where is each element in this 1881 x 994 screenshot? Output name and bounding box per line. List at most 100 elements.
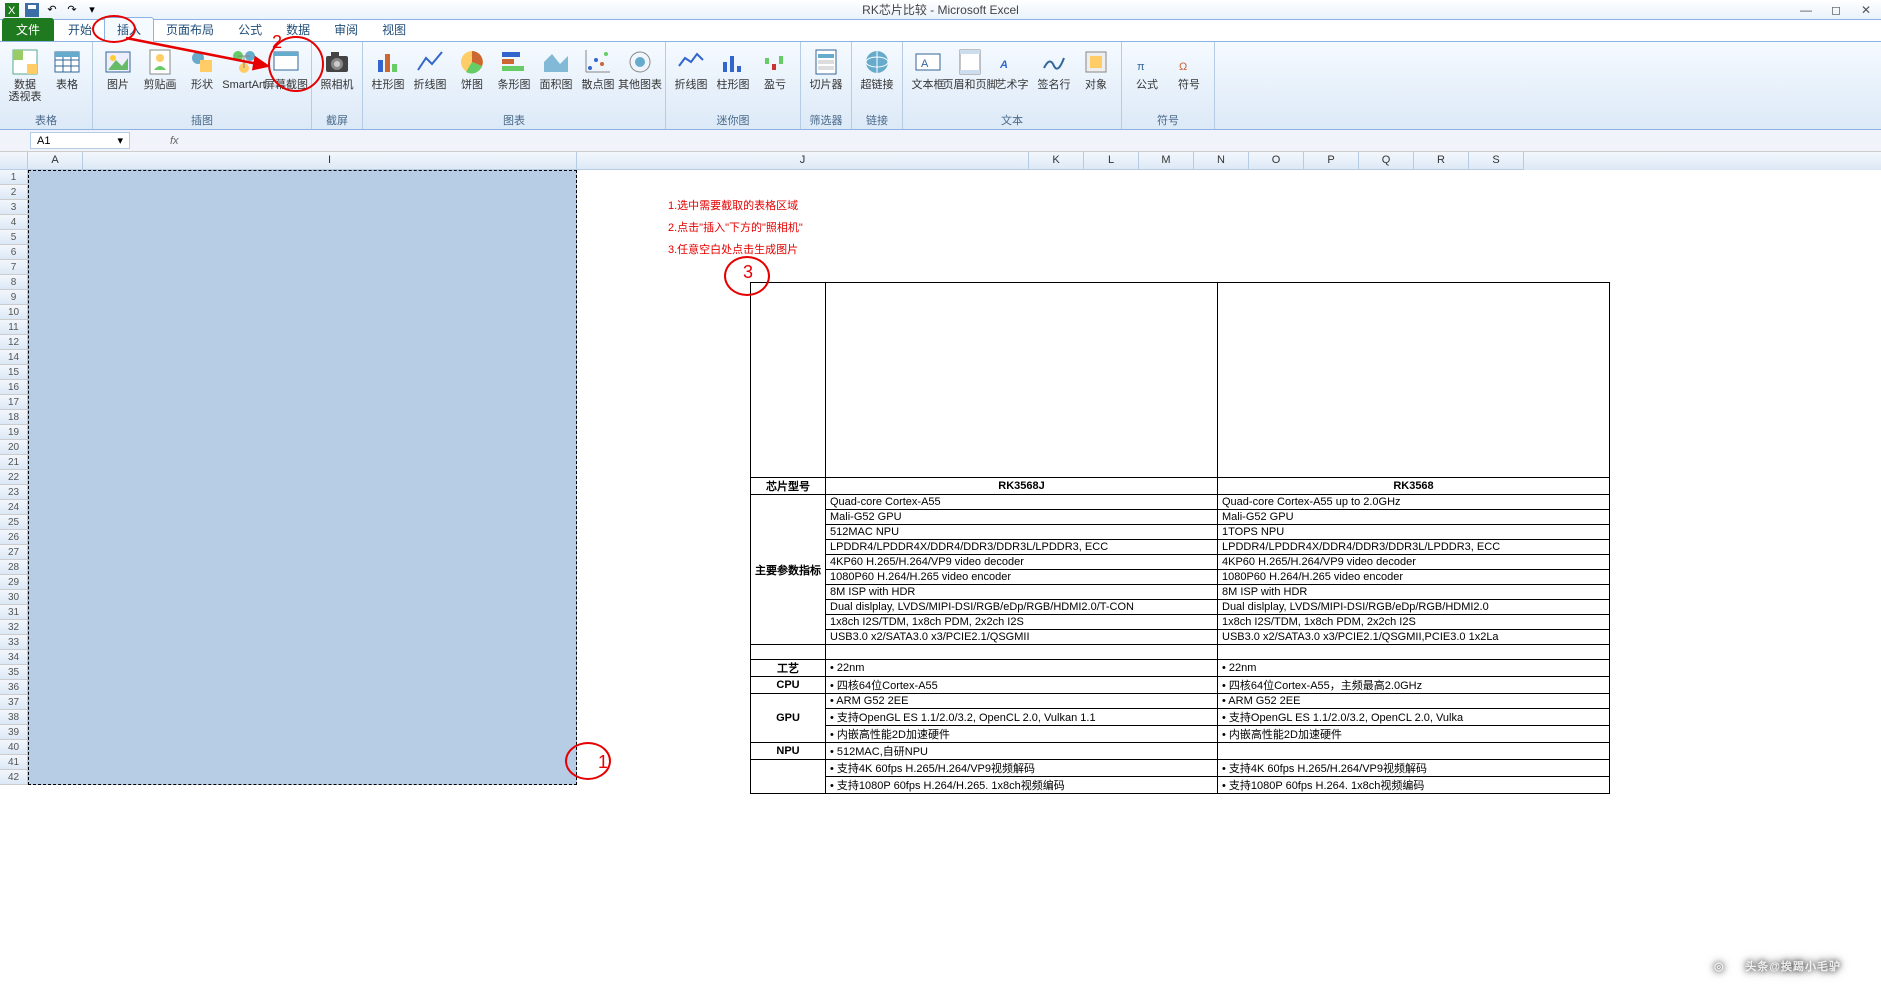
- ribbon-btn-sig[interactable]: 签名行: [1033, 44, 1075, 91]
- row-header-18[interactable]: 18: [0, 410, 28, 425]
- tab-home[interactable]: 开始: [56, 18, 104, 41]
- ribbon-btn-obj[interactable]: 对象: [1075, 44, 1117, 91]
- save-icon[interactable]: [24, 2, 40, 18]
- ribbon-btn-pivot[interactable]: 数据 透视表: [4, 44, 46, 103]
- row-header-19[interactable]: 19: [0, 425, 28, 440]
- ribbon-btn-pie[interactable]: 饼图: [451, 44, 493, 91]
- row-header-31[interactable]: 31: [0, 605, 28, 620]
- col-header-P[interactable]: P: [1304, 152, 1359, 170]
- ribbon-btn-table[interactable]: 表格: [46, 44, 88, 91]
- worksheet-grid[interactable]: AIJKLMNOPQRS 123456789101112141516171819…: [0, 152, 1881, 994]
- row-header-15[interactable]: 15: [0, 365, 28, 380]
- row-header-35[interactable]: 35: [0, 665, 28, 680]
- tab-file[interactable]: 文件: [2, 18, 54, 41]
- row-header-12[interactable]: 12: [0, 335, 28, 350]
- row-header-34[interactable]: 34: [0, 650, 28, 665]
- row-header-38[interactable]: 38: [0, 710, 28, 725]
- col-header-O[interactable]: O: [1249, 152, 1304, 170]
- row-header-22[interactable]: 22: [0, 470, 28, 485]
- ribbon-btn-sl-wl[interactable]: 盈亏: [754, 44, 796, 91]
- row-header-21[interactable]: 21: [0, 455, 28, 470]
- row-header-6[interactable]: 6: [0, 245, 28, 260]
- ribbon-btn-pic[interactable]: 图片: [97, 44, 139, 91]
- ribbon-btn-slicer[interactable]: 切片器: [805, 44, 847, 91]
- ribbon-btn-smartart[interactable]: SmartArt: [223, 44, 265, 91]
- select-all-corner[interactable]: [0, 152, 28, 170]
- row-header-40[interactable]: 40: [0, 740, 28, 755]
- tab-view[interactable]: 视图: [370, 18, 418, 41]
- row-header-20[interactable]: 20: [0, 440, 28, 455]
- ribbon-btn-sl-line[interactable]: 折线图: [670, 44, 712, 91]
- ribbon-btn-shapes[interactable]: 形状: [181, 44, 223, 91]
- row-header-17[interactable]: 17: [0, 395, 28, 410]
- ribbon-btn-sl-col[interactable]: 柱形图: [712, 44, 754, 91]
- ribbon-btn-hf[interactable]: 页眉和页脚: [949, 44, 991, 91]
- ribbon-btn-bar[interactable]: 条形图: [493, 44, 535, 91]
- name-box[interactable]: A1▾: [30, 132, 130, 149]
- tab-formulas[interactable]: 公式: [226, 18, 274, 41]
- row-header-28[interactable]: 28: [0, 560, 28, 575]
- row-header-9[interactable]: 9: [0, 290, 28, 305]
- row-header-33[interactable]: 33: [0, 635, 28, 650]
- tab-insert[interactable]: 插入: [104, 17, 154, 42]
- row-header-29[interactable]: 29: [0, 575, 28, 590]
- row-header-4[interactable]: 4: [0, 215, 28, 230]
- qat-dropdown-icon[interactable]: ▾: [84, 2, 100, 18]
- col-header-S[interactable]: S: [1469, 152, 1524, 170]
- row-header-11[interactable]: 11: [0, 320, 28, 335]
- row-header-8[interactable]: 8: [0, 275, 28, 290]
- row-header-37[interactable]: 37: [0, 695, 28, 710]
- row-header-10[interactable]: 10: [0, 305, 28, 320]
- ribbon-btn-link[interactable]: 超链接: [856, 44, 898, 91]
- tab-layout[interactable]: 页面布局: [154, 18, 226, 41]
- col-header-M[interactable]: M: [1139, 152, 1194, 170]
- row-header-36[interactable]: 36: [0, 680, 28, 695]
- col-header-A[interactable]: A: [28, 152, 83, 170]
- minimize-button[interactable]: —: [1791, 0, 1821, 20]
- close-button[interactable]: ✕: [1851, 0, 1881, 20]
- ribbon-btn-line[interactable]: 折线图: [409, 44, 451, 91]
- col-header-R[interactable]: R: [1414, 152, 1469, 170]
- row-header-5[interactable]: 5: [0, 230, 28, 245]
- ribbon-btn-scatter[interactable]: 散点图: [577, 44, 619, 91]
- col-header-K[interactable]: K: [1029, 152, 1084, 170]
- col-header-N[interactable]: N: [1194, 152, 1249, 170]
- row-header-41[interactable]: 41: [0, 755, 28, 770]
- row-header-26[interactable]: 26: [0, 530, 28, 545]
- row-header-27[interactable]: 27: [0, 545, 28, 560]
- dropdown-icon[interactable]: ▾: [117, 134, 123, 147]
- selection-marquee: [28, 170, 577, 785]
- row-header-39[interactable]: 39: [0, 725, 28, 740]
- row-header-25[interactable]: 25: [0, 515, 28, 530]
- row-header-24[interactable]: 24: [0, 500, 28, 515]
- row-header-32[interactable]: 32: [0, 620, 28, 635]
- row-header-14[interactable]: 14: [0, 350, 28, 365]
- ribbon-btn-column[interactable]: 柱形图: [367, 44, 409, 91]
- row-header-23[interactable]: 23: [0, 485, 28, 500]
- row-header-30[interactable]: 30: [0, 590, 28, 605]
- col-header-L[interactable]: L: [1084, 152, 1139, 170]
- tab-review[interactable]: 审阅: [322, 18, 370, 41]
- row-header-2[interactable]: 2: [0, 185, 28, 200]
- col-header-J[interactable]: J: [577, 152, 1029, 170]
- undo-icon[interactable]: ↶: [44, 2, 60, 18]
- row-header-7[interactable]: 7: [0, 260, 28, 275]
- ribbon-btn-clip[interactable]: 剪贴画: [139, 44, 181, 91]
- col-header-I[interactable]: I: [83, 152, 577, 170]
- row-header-3[interactable]: 3: [0, 200, 28, 215]
- maximize-button[interactable]: ◻: [1821, 0, 1851, 20]
- row-header-16[interactable]: 16: [0, 380, 28, 395]
- col-header-Q[interactable]: Q: [1359, 152, 1414, 170]
- ribbon-btn-wordart[interactable]: A艺术字: [991, 44, 1033, 91]
- row-header-1[interactable]: 1: [0, 170, 28, 185]
- row-header-42[interactable]: 42: [0, 770, 28, 785]
- cells-area[interactable]: 芯片型号RK3288Quad-core Cortex-A17 up to 1.8…: [28, 170, 1881, 994]
- ribbon-btn-other[interactable]: 其他图表: [619, 44, 661, 91]
- ribbon-btn-camera[interactable]: 照相机: [316, 44, 358, 91]
- redo-icon[interactable]: ↷: [64, 2, 80, 18]
- sl-col-icon: [717, 46, 749, 78]
- fx-label[interactable]: fx: [170, 135, 179, 147]
- ribbon-btn-sym[interactable]: Ω符号: [1168, 44, 1210, 91]
- ribbon-btn-eq[interactable]: π公式: [1126, 44, 1168, 91]
- ribbon-btn-area[interactable]: 面积图: [535, 44, 577, 91]
